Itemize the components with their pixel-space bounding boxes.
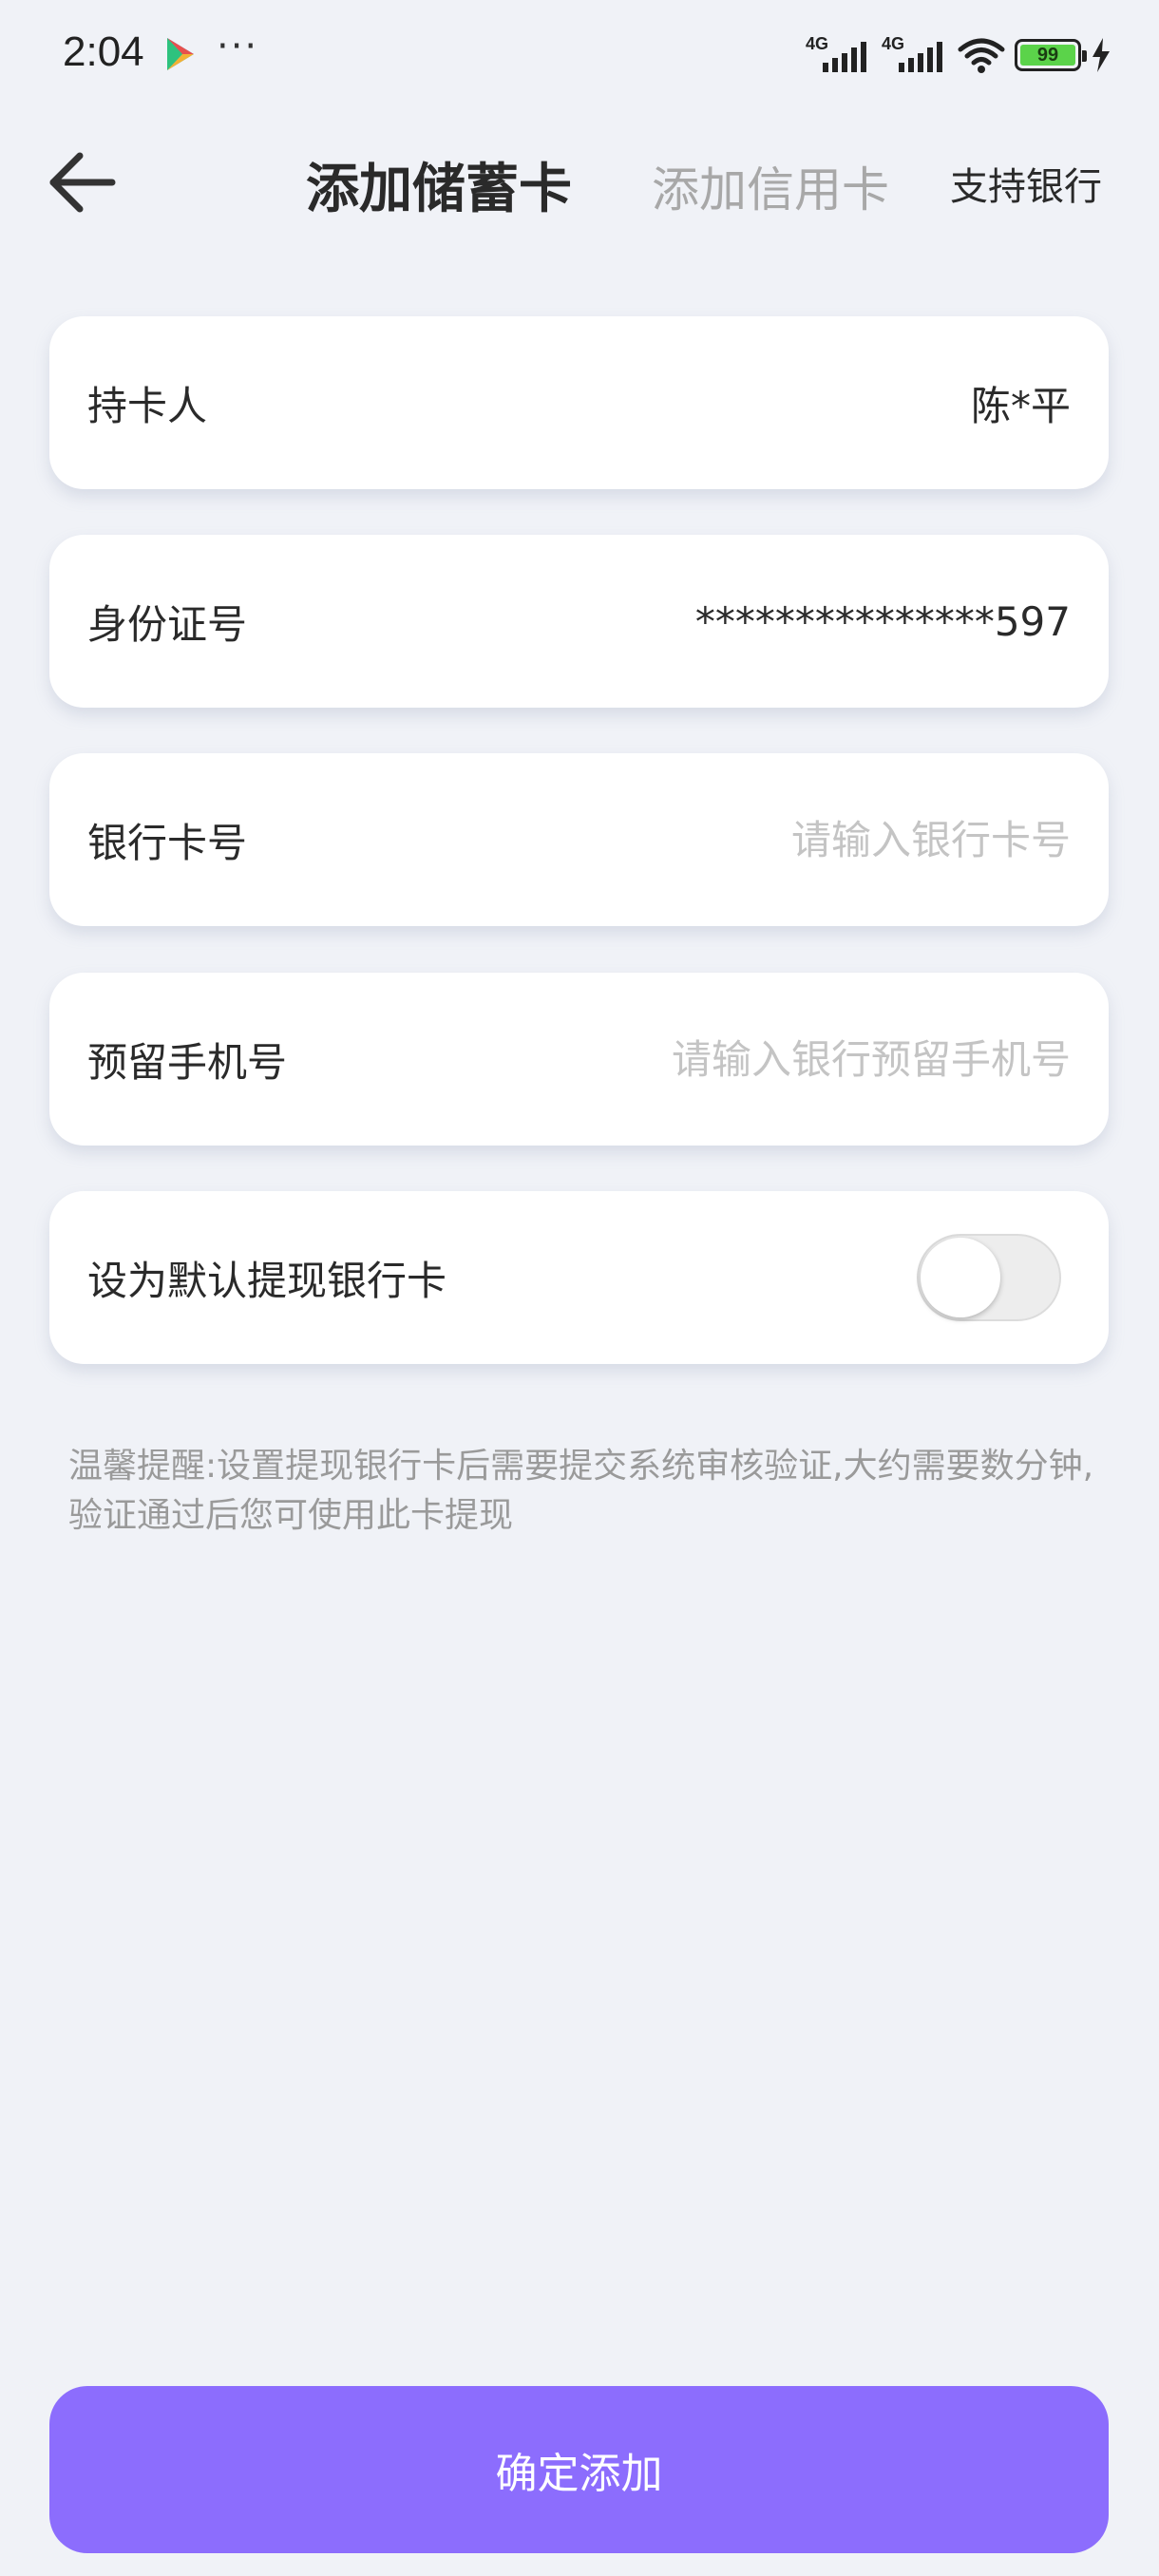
phone-label: 预留手机号 [87,1038,288,1086]
card-holder-value: 陈*平 [970,382,1071,429]
wifi-icon [958,38,1005,73]
default-card-label: 设为默认提现银行卡 [87,1257,447,1304]
charging-icon [1092,38,1110,72]
status-time: 2:04 [63,28,144,75]
toggle-knob [921,1238,1000,1317]
id-number-label: 身份证号 [87,600,248,648]
bank-card-row: 银行卡号 [49,753,1109,926]
id-number-value: ***************597 [694,597,1071,645]
header: 添加储蓄卡 添加信用卡 支持银行 [0,123,1159,237]
support-banks-link[interactable]: 支持银行 [950,156,1102,211]
default-card-row: 设为默认提现银行卡 [49,1191,1109,1364]
card-holder-label: 持卡人 [87,382,208,429]
confirm-add-button[interactable]: 确定添加 [49,2386,1109,2553]
bank-card-input[interactable] [463,816,1071,863]
status-icons: 4G 4G 99 [806,34,1112,76]
phone-input[interactable] [463,1035,1071,1083]
tab-add-debit-card[interactable]: 添加储蓄卡 [306,146,572,223]
battery-level: 99 [1020,45,1075,66]
more-dots-icon: ··· [217,25,259,68]
signal-icon-2: 4G [882,34,948,76]
reminder-tip: 温馨提醒:设置提现银行卡后需要提交系统审核验证,大约需要数分钟,验证通过后您可使… [68,1447,1094,1535]
tab-add-credit-card[interactable]: 添加信用卡 [652,152,889,220]
signal-icon: 4G [806,34,872,76]
play-store-icon [167,38,194,70]
battery-icon: 99 [1015,39,1087,71]
arrow-left-icon[interactable] [46,144,122,220]
card-holder-row: 持卡人 陈*平 [49,316,1109,489]
id-number-row: 身份证号 ***************597 [49,535,1109,708]
phone-row: 预留手机号 [49,973,1109,1146]
bank-card-label: 银行卡号 [87,819,248,866]
status-bar: 2:04 ··· 4G 4G 99 [0,0,1159,110]
default-card-toggle[interactable] [917,1234,1061,1321]
